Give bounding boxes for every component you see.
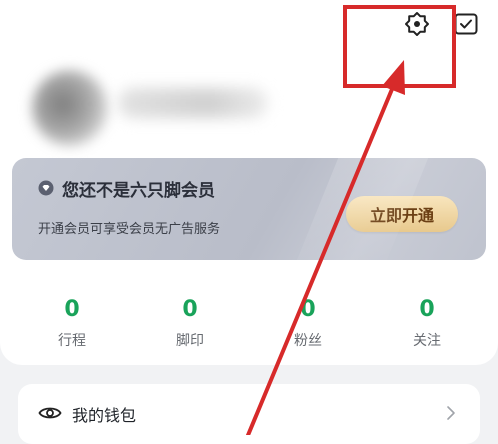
annotation-highlight-box xyxy=(343,5,456,88)
stat-label: 粉丝 xyxy=(294,333,322,349)
stat-label: 脚印 xyxy=(176,333,204,349)
username-blurred xyxy=(118,88,268,118)
membership-title: 您还不是六只脚会员 xyxy=(62,181,215,201)
stat-followers[interactable]: 0 粉丝 xyxy=(258,296,358,350)
membership-card[interactable]: 您还不是六只脚会员 开通会员可享受会员无广告服务 立即开通 xyxy=(12,158,486,260)
diamond-icon xyxy=(38,180,54,196)
stat-value: 0 xyxy=(300,297,316,322)
stat-value: 0 xyxy=(419,297,435,322)
eye-icon xyxy=(38,407,62,419)
stat-trips[interactable]: 0 行程 xyxy=(22,296,122,350)
stats-row: 0 行程 0 脚印 0 粉丝 0 关注 xyxy=(0,296,498,356)
menu-item-label: 我的钱包 xyxy=(72,406,137,425)
chevron-right-icon xyxy=(447,406,455,420)
check-square-icon xyxy=(454,13,478,35)
stat-value: 0 xyxy=(182,297,198,322)
stat-label: 行程 xyxy=(58,333,86,349)
stat-following[interactable]: 0 关注 xyxy=(377,296,477,350)
avatar[interactable] xyxy=(32,70,108,146)
membership-description: 开通会员可享受会员无广告服务 xyxy=(38,222,221,237)
profile-screen: 您还不是六只脚会员 开通会员可享受会员无广告服务 立即开通 0 行程 0 脚印 … xyxy=(0,0,498,444)
user-profile[interactable] xyxy=(18,52,278,152)
stat-value: 0 xyxy=(64,297,80,322)
activate-membership-button[interactable]: 立即开通 xyxy=(346,196,458,232)
stat-label: 关注 xyxy=(413,333,441,349)
stat-footprints[interactable]: 0 脚印 xyxy=(140,296,240,350)
menu-item-wallet[interactable]: 我的钱包 xyxy=(18,384,480,444)
